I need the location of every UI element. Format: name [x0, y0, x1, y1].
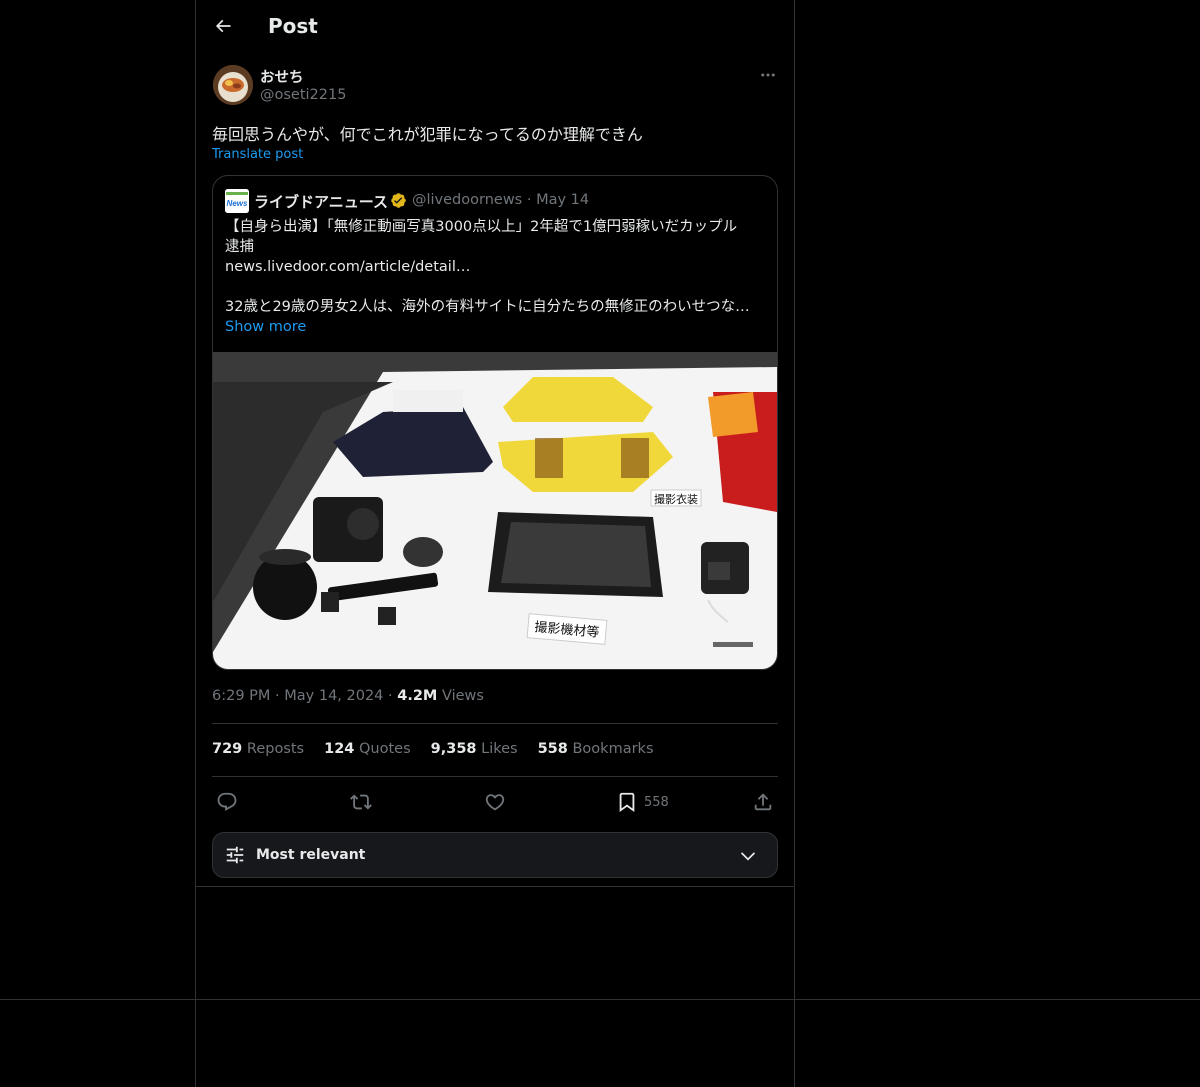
show-more-link[interactable]: Show more [225, 317, 765, 337]
post-stats-row: 729 Reposts 124 Quotes 9,358 Likes 558 B… [212, 741, 654, 757]
quoted-author-avatar: News [225, 189, 249, 213]
sort-label: Most relevant [256, 847, 366, 863]
arrow-left-icon [215, 19, 231, 33]
quotes-stat[interactable]: 124 Quotes [324, 741, 411, 757]
post-header: Post [196, 0, 794, 53]
quoted-post-image[interactable]: 撮影衣装 撮影機材等 [213, 352, 777, 669]
post-detail-column: Post おせち @oseti2215 毎回思うんやが、何でこれが犯罪になってる… [196, 0, 794, 887]
page-title: Post [268, 14, 318, 38]
bookmark-icon [619, 792, 635, 813]
sliders-icon [226, 846, 244, 864]
quoted-summary: 32歳と29歳の男女2人は、海外の有料サイトに自分たちの無修正のわいせつな… [225, 299, 750, 315]
reply-icon [217, 792, 237, 811]
quoted-text-line: 逮捕 [225, 239, 254, 255]
quoted-author-name: ライブドアニュース [254, 193, 388, 211]
quoted-blank-line [225, 277, 765, 297]
quoted-post-card[interactable]: News ライブドアニュース @livedoornews · May 14 【自… [212, 175, 778, 670]
views-label: Views [441, 688, 484, 704]
repost-button[interactable] [350, 788, 372, 816]
bookmark-button[interactable]: 558 [616, 788, 669, 816]
divider [212, 776, 778, 777]
quoted-post-body: 【自身ら出演】「無修正動画写真3000点以上」2年超で1億円弱稼いだカップル 逮… [225, 217, 765, 337]
svg-text:News: News [227, 199, 248, 208]
author-name[interactable]: おせち [260, 66, 304, 87]
evidence-photo: 撮影衣装 撮影機材等 [213, 352, 777, 669]
repost-icon [350, 794, 372, 810]
likes-stat[interactable]: 9,358 Likes [431, 741, 518, 757]
more-horizontal-icon [761, 73, 775, 77]
quoted-link[interactable]: news.livedoor.com/article/detail… [225, 257, 765, 277]
share-icon [754, 793, 772, 811]
translate-post-link[interactable]: Translate post [212, 147, 303, 162]
chevron-down-icon [740, 852, 756, 861]
page-bottom-divider [0, 999, 1200, 1000]
post-timestamp-row: 6:29 PM · May 14, 2024 · 4.2M Views [212, 688, 484, 704]
reposts-stat[interactable]: 729 Reposts [212, 741, 304, 757]
livedoor-news-logo-icon: News [225, 189, 249, 213]
reply-button[interactable] [216, 788, 238, 816]
bookmark-count: 558 [644, 794, 669, 810]
post-text: 毎回思うんやが、何でこれが犯罪になってるのか理解できん [212, 125, 643, 144]
post-actions-bar: 558 [212, 788, 778, 816]
quoted-text-line: 【自身ら出演】「無修正動画写真3000点以上」2年超で1億円弱稼いだカップル [225, 219, 738, 235]
post-timestamp[interactable]: 6:29 PM · May 14, 2024 · [212, 688, 393, 704]
quoted-author-handle-date: @livedoornews · May 14 [412, 192, 590, 208]
back-button[interactable] [210, 13, 236, 39]
like-button[interactable] [484, 788, 506, 816]
divider [212, 723, 778, 724]
verified-gold-badge-icon [391, 193, 406, 208]
avatar-image [213, 65, 253, 105]
share-button[interactable] [752, 788, 774, 816]
views-count: 4.2M [397, 688, 438, 704]
reply-sort-dropdown[interactable]: Most relevant [212, 832, 778, 878]
more-options-button[interactable] [757, 66, 779, 84]
column-right-border [794, 0, 795, 1087]
avatar[interactable] [213, 65, 253, 105]
heart-icon [485, 794, 505, 811]
bookmarks-stat[interactable]: 558 Bookmarks [538, 741, 654, 757]
author-handle[interactable]: @oseti2215 [260, 87, 346, 103]
svg-text:撮影衣装: 撮影衣装 [654, 492, 698, 506]
